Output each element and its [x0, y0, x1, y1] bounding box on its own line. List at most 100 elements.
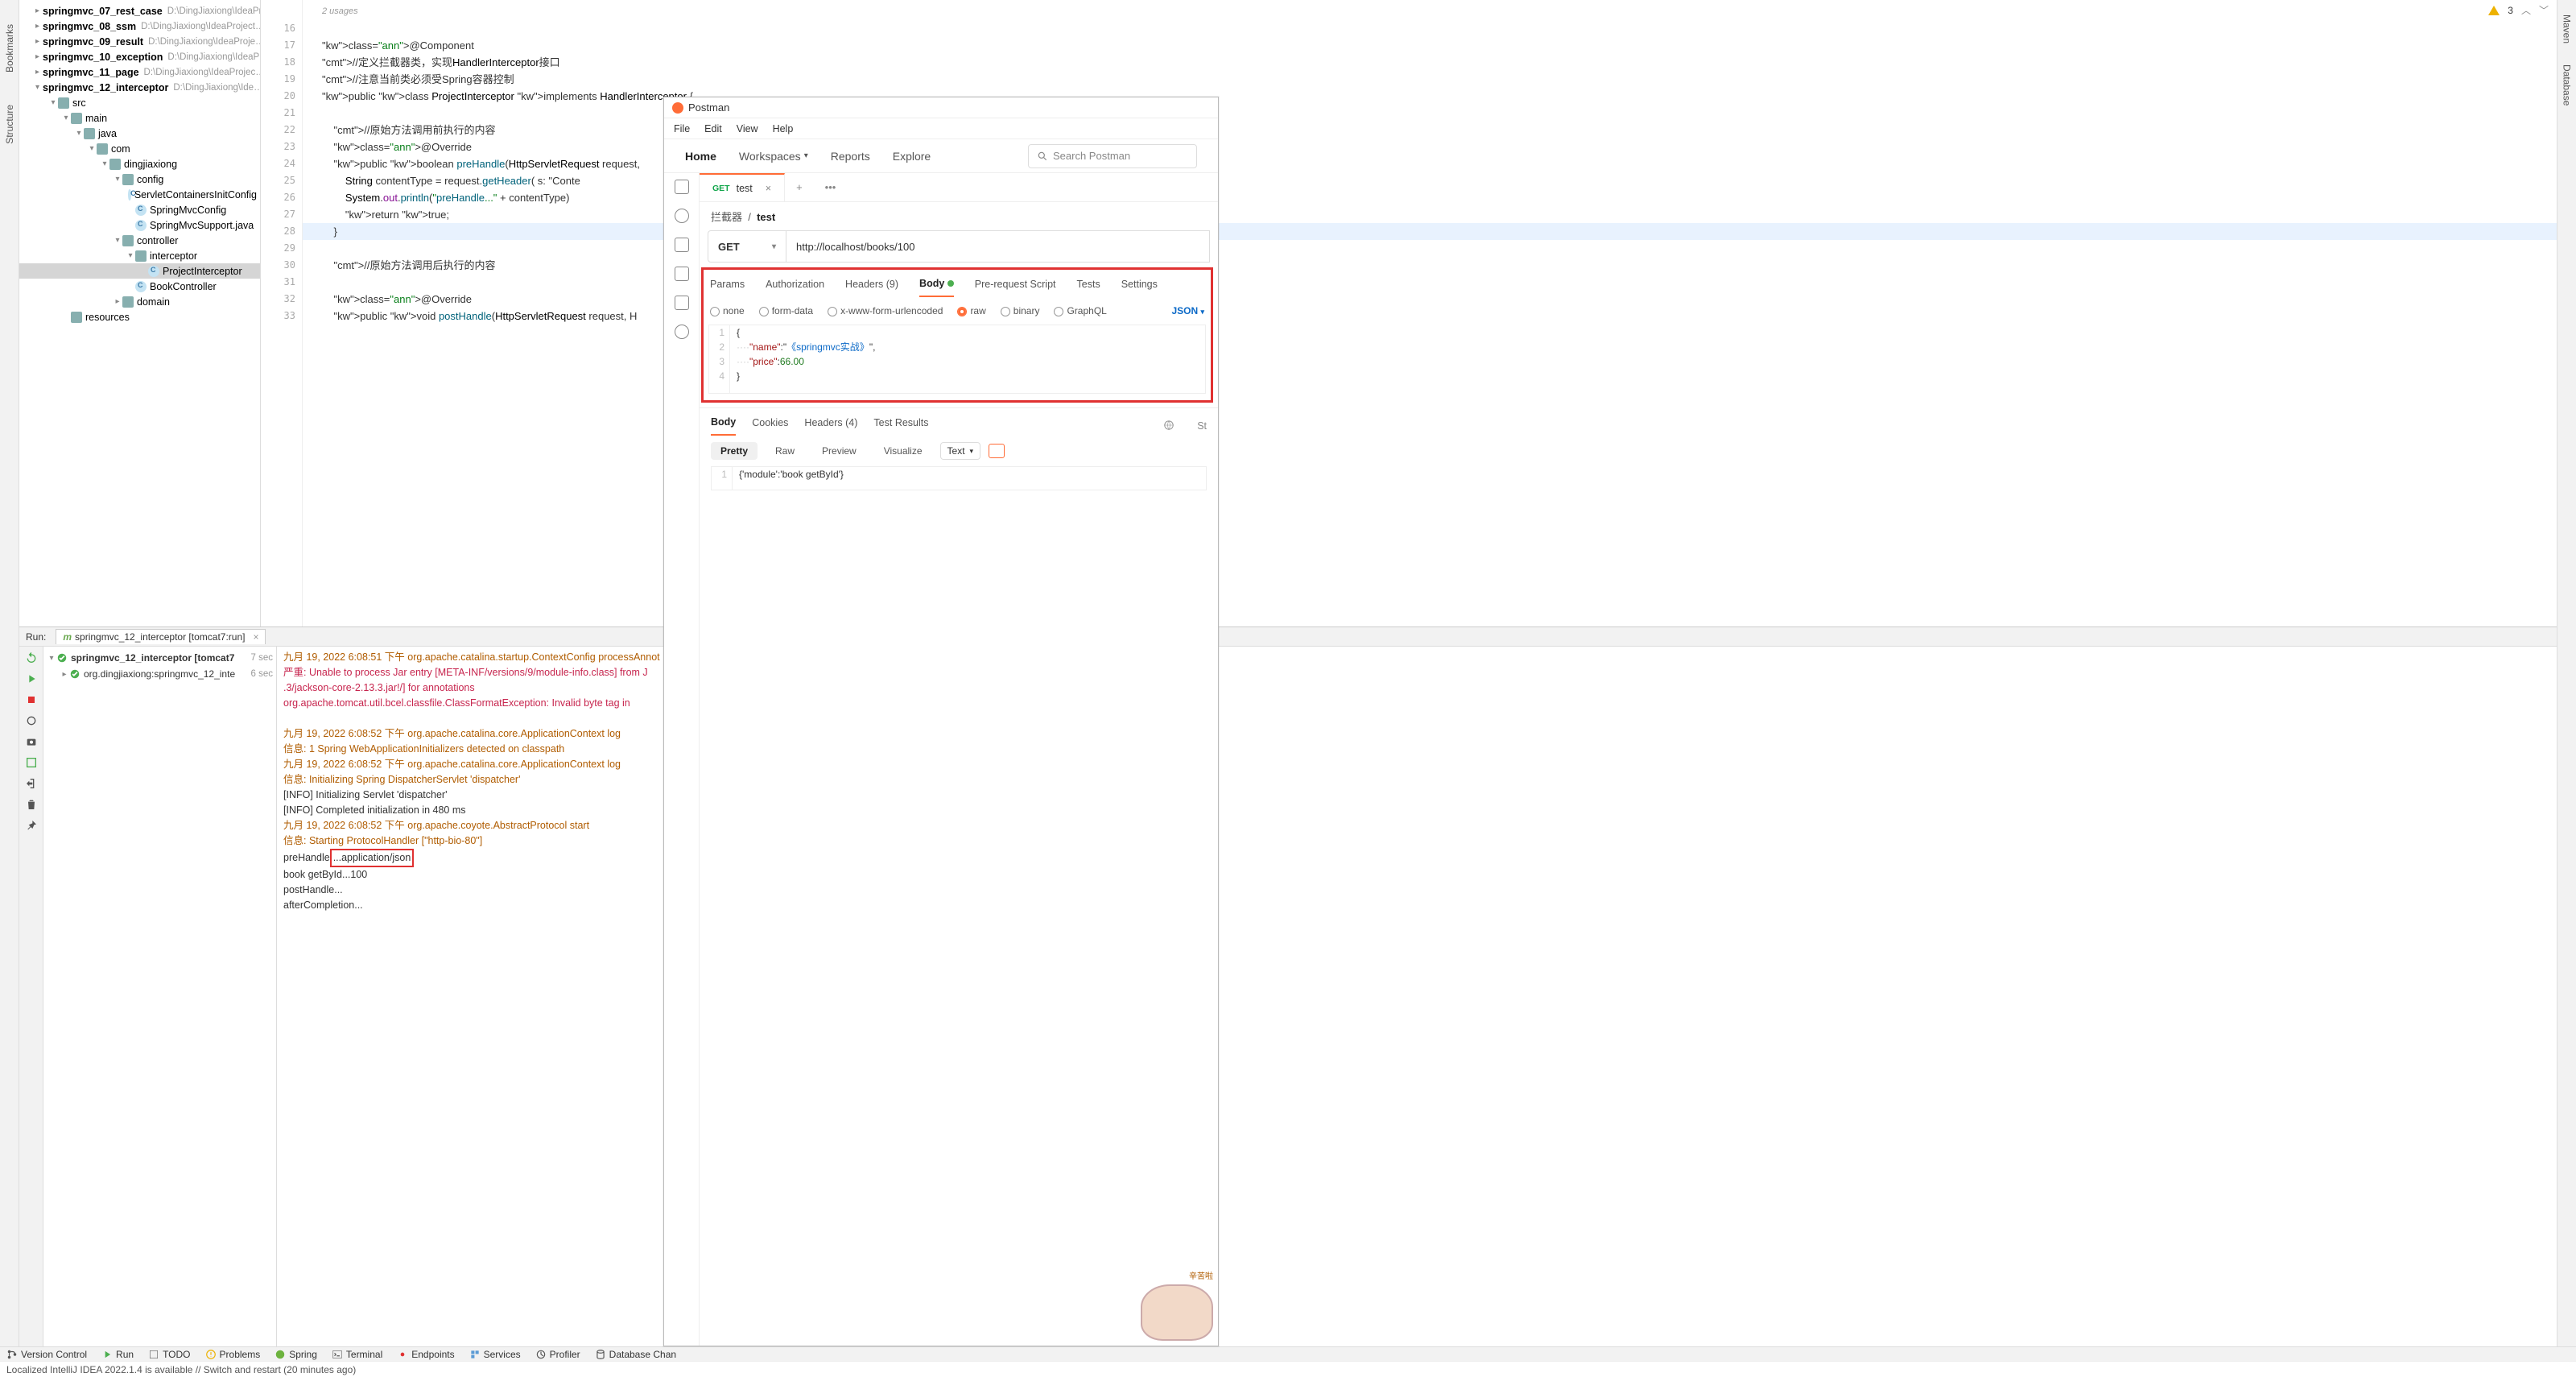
response-view-toolbar[interactable]: Pretty Raw Preview Visualize Text ▾	[700, 436, 1218, 466]
run-tool-window[interactable]: Run: m springmvc_12_interceptor [tomcat7…	[19, 626, 2557, 1346]
nav-explore[interactable]: Explore	[893, 150, 931, 163]
tree-row[interactable]: ▾config	[19, 172, 260, 187]
tool-services[interactable]: Services	[469, 1349, 521, 1360]
side-tab-structure[interactable]: Structure	[4, 97, 15, 152]
body-graphql[interactable]: GraphQL	[1054, 305, 1106, 316]
menu-edit[interactable]: Edit	[704, 123, 722, 134]
postman-nav[interactable]: Home Workspaces ▾ Reports Explore Search…	[664, 139, 1218, 173]
body-urlencoded[interactable]: x-www-form-urlencoded	[828, 305, 943, 316]
tree-row[interactable]: ▾com	[19, 141, 260, 156]
tool-profiler[interactable]: Profiler	[535, 1349, 580, 1360]
resp-tests[interactable]: Test Results	[873, 417, 928, 435]
request-tab[interactable]: GET test ×	[700, 173, 785, 201]
resp-cookies[interactable]: Cookies	[752, 417, 788, 435]
postman-search[interactable]: Search Postman	[1028, 144, 1197, 168]
postman-tabs[interactable]: GET test × + •••	[700, 173, 1218, 202]
postman-menu[interactable]: File Edit View Help	[664, 118, 1218, 139]
tool-endpoints[interactable]: Endpoints	[397, 1349, 454, 1360]
tree-row[interactable]: ▾src	[19, 95, 260, 110]
tree-row[interactable]: ServletContainersInitConfig	[19, 187, 260, 202]
tab-auth[interactable]: Authorization	[766, 279, 824, 296]
dump-icon[interactable]	[25, 714, 38, 727]
rail-monitor-icon[interactable]	[675, 296, 689, 310]
rail-mock-icon[interactable]	[675, 267, 689, 281]
tree-row[interactable]: ProjectInterceptor	[19, 263, 260, 279]
rail-env-icon[interactable]	[675, 238, 689, 252]
tree-row[interactable]: ▾java	[19, 126, 260, 141]
trash-icon[interactable]	[25, 798, 38, 811]
body-format-select[interactable]: JSON ▾	[1171, 305, 1204, 316]
tree-row[interactable]: SpringMvcConfig	[19, 202, 260, 217]
tool-spring[interactable]: Spring	[275, 1349, 317, 1360]
resp-body[interactable]: Body	[711, 416, 736, 436]
tree-row[interactable]: ▾springmvc_12_interceptorD:\DingJiaxiong…	[19, 80, 260, 95]
tab-tests[interactable]: Tests	[1077, 279, 1100, 296]
tab-options-icon[interactable]: •••	[814, 181, 848, 193]
tree-row[interactable]: ▾interceptor	[19, 248, 260, 263]
view-visualize[interactable]: Visualize	[874, 442, 932, 460]
tab-body[interactable]: Body	[919, 278, 954, 297]
close-icon[interactable]: ×	[766, 183, 771, 194]
tree-row[interactable]: SpringMvcSupport.java	[19, 217, 260, 233]
request-tabs[interactable]: Params Authorization Headers (9) Body Pr…	[708, 270, 1206, 297]
tree-row[interactable]: ▸springmvc_09_resultD:\DingJiaxiong\Idea…	[19, 34, 260, 49]
nav-home[interactable]: Home	[685, 150, 716, 163]
rail-apis-icon[interactable]	[675, 209, 689, 223]
run-console[interactable]: 九月 19, 2022 6:08:51 下午 org.apache.catali…	[277, 647, 2557, 1346]
breadcrumb[interactable]: 拦截器 / test	[700, 202, 1218, 230]
tool-run[interactable]: Run	[101, 1349, 134, 1360]
view-preview[interactable]: Preview	[812, 442, 866, 460]
method-select[interactable]: GET▾	[708, 230, 786, 263]
wrap-lines-icon[interactable]	[989, 444, 1005, 458]
side-tab-database[interactable]: Database	[2562, 58, 2573, 112]
response-body[interactable]: 1 {'module':'book getById'}	[711, 466, 1207, 490]
tree-row[interactable]: ▸springmvc_07_rest_caseD:\DingJiaxiong\I…	[19, 3, 260, 19]
stop-icon[interactable]	[25, 693, 38, 706]
tab-params[interactable]: Params	[710, 279, 745, 296]
response-tabs[interactable]: Body Cookies Headers (4) Test Results St	[700, 407, 1218, 436]
rerun-icon[interactable]	[25, 651, 38, 664]
nav-workspaces[interactable]: Workspaces ▾	[739, 150, 808, 163]
postman-window[interactable]: Postman File Edit View Help Home Workspa…	[663, 97, 1219, 1346]
side-tab-maven[interactable]: Maven	[2562, 8, 2573, 50]
layout-icon[interactable]	[25, 756, 38, 769]
tree-row[interactable]: ▸domain	[19, 294, 260, 309]
tab-prerequest[interactable]: Pre-request Script	[975, 279, 1056, 296]
globe-icon[interactable]	[1163, 420, 1174, 433]
resp-format-select[interactable]: Text ▾	[940, 442, 981, 460]
body-type-selector[interactable]: none form-data x-www-form-urlencoded raw…	[708, 297, 1206, 325]
tool-database[interactable]: Database Chan	[595, 1349, 676, 1360]
body-formdata[interactable]: form-data	[759, 305, 813, 316]
tool-version-control[interactable]: Version Control	[6, 1349, 87, 1360]
bottom-tool-bar[interactable]: Version Control Run TODO Problems Spring…	[0, 1346, 2576, 1361]
menu-view[interactable]: View	[737, 123, 758, 134]
tree-row[interactable]: ▾main	[19, 110, 260, 126]
view-pretty[interactable]: Pretty	[711, 442, 758, 460]
pin-icon[interactable]	[25, 819, 38, 832]
camera-icon[interactable]	[25, 735, 38, 748]
menu-help[interactable]: Help	[773, 123, 794, 134]
body-raw[interactable]: raw	[957, 305, 985, 316]
view-raw[interactable]: Raw	[766, 442, 804, 460]
tab-settings[interactable]: Settings	[1121, 279, 1158, 296]
body-editor[interactable]: 1234 { ····"name":"《springmvc实战》", ····"…	[708, 325, 1206, 394]
run-tree[interactable]: ▾ springmvc_12_interceptor [tomcat7 7 se…	[43, 647, 277, 1346]
side-tab-bookmarks[interactable]: Bookmarks	[4, 16, 15, 81]
tool-problems[interactable]: Problems	[205, 1349, 261, 1360]
tree-row[interactable]: ▾dingjiaxiong	[19, 156, 260, 172]
tree-row[interactable]: BookController	[19, 279, 260, 294]
run-toolbar[interactable]	[19, 647, 43, 1346]
run-icon[interactable]	[25, 672, 38, 685]
rail-history-icon[interactable]	[675, 325, 689, 339]
rail-collections-icon[interactable]	[675, 180, 689, 194]
tree-row[interactable]: ▸springmvc_10_exceptionD:\DingJiaxiong\I…	[19, 49, 260, 64]
tab-headers[interactable]: Headers (9)	[845, 279, 898, 296]
body-binary[interactable]: binary	[1001, 305, 1040, 316]
tree-row[interactable]: ▸springmvc_08_ssmD:\DingJiaxiong\IdeaPro…	[19, 19, 260, 34]
url-input[interactable]: http://localhost/books/100	[786, 230, 1210, 263]
tree-row[interactable]: ▸springmvc_11_pageD:\DingJiaxiong\IdeaPr…	[19, 64, 260, 80]
menu-file[interactable]: File	[674, 123, 690, 134]
postman-left-rail[interactable]	[664, 173, 700, 1346]
resp-headers[interactable]: Headers (4)	[804, 417, 857, 435]
new-tab-button[interactable]: +	[785, 181, 814, 193]
